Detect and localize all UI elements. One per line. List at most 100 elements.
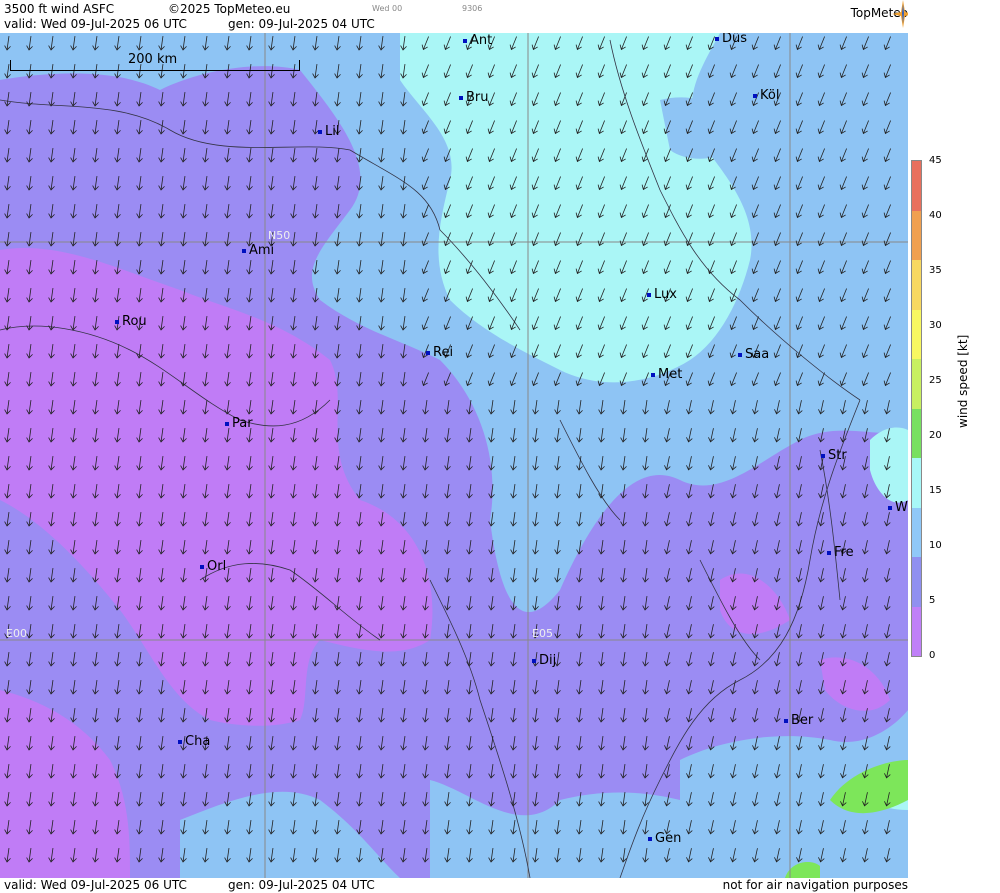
wind-arrow (730, 568, 737, 583)
wind-arrow (92, 680, 99, 695)
wind-arrow (70, 204, 77, 219)
wind-arrow (752, 680, 759, 695)
wind-arrow (136, 148, 143, 163)
city-bru[interactable]: Bru (459, 90, 489, 105)
city-met[interactable]: Met (651, 367, 682, 382)
wind-arrow (862, 568, 869, 583)
wind-arrow (664, 652, 671, 667)
wind-arrow (114, 400, 121, 415)
wind-arrow (752, 708, 759, 723)
wind-arrow (708, 484, 715, 499)
wind-arrow (531, 344, 539, 359)
wind-arrow (884, 624, 891, 639)
wind-arrow (202, 428, 209, 443)
wind-arrow (620, 848, 627, 863)
wind-arrow (48, 652, 55, 667)
wind-arrow (4, 652, 11, 667)
wind-arrow (818, 512, 825, 527)
wind-arrow (685, 148, 693, 163)
wind-arrow (707, 92, 715, 107)
city-w[interactable]: W (888, 500, 908, 515)
wind-arrow (795, 344, 803, 359)
city-lil[interactable]: Lil (318, 124, 339, 139)
city-dij[interactable]: Dij (532, 653, 556, 668)
wind-arrow (334, 848, 341, 863)
wind-arrow (356, 680, 363, 695)
wind-arrow (664, 792, 671, 807)
wind-arrow (686, 736, 693, 751)
wind-arrow (312, 400, 319, 415)
wind-arrow (510, 680, 517, 695)
city-fre[interactable]: Fre (827, 545, 854, 560)
wind-arrow (70, 120, 77, 135)
city-par[interactable]: Par (225, 416, 253, 431)
wind-arrow (773, 204, 781, 219)
wind-arrow (708, 568, 715, 583)
wind-arrow (488, 400, 495, 415)
wind-arrow (883, 36, 891, 51)
wind-arrow (290, 456, 297, 471)
wind-arrow (575, 64, 583, 79)
wind-arrow (4, 232, 11, 247)
wind-arrow (400, 568, 407, 583)
city-saa[interactable]: Saa (738, 347, 769, 362)
wind-arrow (246, 736, 253, 751)
wind-arrow (553, 288, 561, 303)
wind-arrow (290, 736, 297, 751)
city-lux[interactable]: Lux (647, 287, 677, 302)
wind-arrow (466, 540, 473, 555)
wind-arrow (202, 456, 209, 471)
city-str[interactable]: Str (821, 448, 847, 463)
wind-arrow (224, 848, 231, 863)
wind-arrow (774, 652, 781, 667)
wind-arrow (136, 652, 143, 667)
wind-arrow (4, 372, 11, 387)
wind-arrow (685, 36, 693, 51)
wind-arrow (862, 484, 869, 499)
city-ant[interactable]: Ant (463, 33, 492, 48)
wind-arrow (620, 680, 627, 695)
wind-arrow (466, 568, 473, 583)
wind-arrow (884, 680, 891, 695)
wind-arrow (884, 540, 891, 555)
wind-arrow (114, 36, 121, 51)
city-rou[interactable]: Rou (115, 314, 147, 329)
city-dus[interactable]: Düs (715, 33, 747, 46)
wind-arrow (26, 316, 33, 331)
city-kol[interactable]: Köl (753, 88, 779, 103)
city-rei[interactable]: Rei (426, 345, 453, 360)
wind-arrow (422, 456, 429, 471)
wind-arrow (92, 260, 99, 275)
wind-map[interactable]: 200 km N50 E00 E05 Ant Düs Bru Köl Lil A… (0, 33, 908, 878)
wind-arrow (839, 204, 847, 219)
wind-arrow (839, 232, 847, 247)
city-orl[interactable]: Orl (200, 559, 226, 574)
wind-arrow (136, 288, 143, 303)
wind-arrow (707, 176, 715, 191)
city-gen[interactable]: Gen (648, 831, 681, 846)
wind-arrow (158, 484, 165, 499)
wind-arrow (180, 316, 187, 331)
wind-arrow (422, 792, 429, 807)
wind-arrow (663, 148, 671, 163)
wind-arrow (356, 428, 363, 443)
wind-arrow (246, 148, 253, 163)
city-cha[interactable]: Cha (178, 734, 210, 749)
wind-arrow (774, 624, 781, 639)
city-ami[interactable]: Ami (242, 243, 274, 258)
wind-arrow (532, 792, 539, 807)
wind-arrow (70, 820, 77, 835)
wind-arrow (884, 820, 891, 835)
city-ber[interactable]: Ber (784, 713, 813, 728)
wind-arrow (444, 792, 451, 807)
wind-arrow (730, 680, 737, 695)
wind-arrow (686, 484, 693, 499)
wind-arrow (334, 428, 341, 443)
wind-arrow (202, 792, 209, 807)
wind-arrow (4, 680, 11, 695)
wind-arrow (708, 680, 715, 695)
wind-arrow (840, 400, 847, 415)
wind-arrow (356, 512, 363, 527)
wind-arrow (334, 820, 341, 835)
wind-arrow (729, 64, 737, 79)
